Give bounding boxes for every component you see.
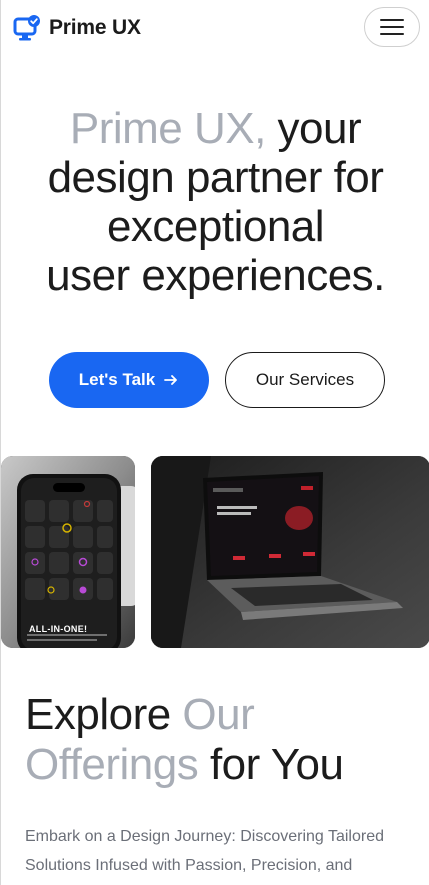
laptop-showcase[interactable] (151, 456, 429, 648)
lets-talk-button[interactable]: Let's Talk (49, 352, 209, 408)
phone-mockup-image (1, 456, 135, 648)
hero-line-1-rest: your (265, 104, 362, 153)
offerings-word-our: Our (182, 690, 255, 739)
hero-line-3: exceptional (106, 202, 325, 251)
hero-line-1: Prime UX, your (1, 104, 429, 153)
hero-line-4: user experiences. (46, 251, 385, 300)
hero-headline: Prime UX, your design partner for except… (1, 104, 429, 300)
hero-highlight: Prime UX, (69, 104, 266, 153)
our-services-button[interactable]: Our Services (225, 352, 385, 408)
offerings-lead: Embark on a Design Journey: Discovering … (25, 828, 384, 874)
offerings-word-offerings: Offerings (25, 740, 199, 789)
lets-talk-label: Let's Talk (78, 370, 156, 389)
brand-name: Prime UX (49, 16, 141, 39)
site-header: Prime UX (1, 0, 429, 56)
offerings-word-explore: Explore (25, 690, 171, 739)
monitor-check-icon (13, 15, 40, 41)
hamburger-menu-icon (380, 19, 404, 35)
offerings-title-line-2: Offerings for You (25, 740, 344, 790)
offerings-word-for-you: for You (209, 740, 344, 789)
our-services-label: Our Services (255, 370, 355, 389)
offerings-title-line-1: Explore Our (25, 690, 343, 740)
hero-line-2: design partner for (47, 153, 384, 202)
arrow-right-icon (164, 375, 178, 385)
phone-app-showcase[interactable]: ALL-IN-ONE! (1, 456, 135, 648)
menu-button[interactable] (364, 7, 420, 47)
offerings-title: Explore Our Offerings for You (25, 690, 344, 790)
brand-logo[interactable]: Prime UX (13, 14, 141, 42)
laptop-mockup-image (151, 456, 429, 648)
phone-caption: ALL-IN-ONE! (29, 624, 88, 634)
